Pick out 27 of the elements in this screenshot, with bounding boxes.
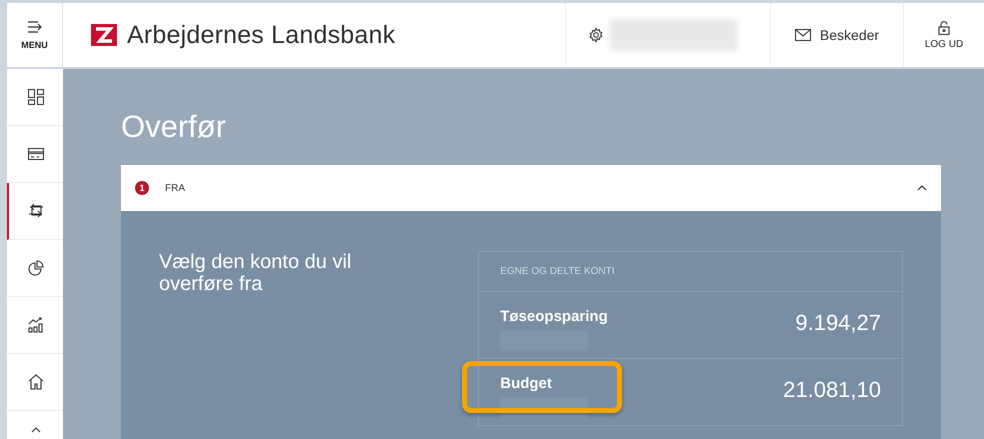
accounts-heading: EGNE OG DELTE KONTI bbox=[478, 251, 903, 292]
bank-name: Arbejdernes Landsbank bbox=[127, 20, 396, 50]
card-icon bbox=[28, 148, 44, 160]
account-name: Tøseopsparing bbox=[500, 308, 608, 325]
menu-icon bbox=[26, 20, 42, 34]
pie-chart-icon bbox=[28, 260, 44, 276]
bar-chart-icon bbox=[28, 317, 44, 333]
arrows-icon bbox=[27, 203, 45, 219]
settings-icon[interactable] bbox=[588, 27, 604, 43]
step-number: 1 bbox=[135, 181, 149, 195]
chevron-icon[interactable] bbox=[917, 185, 927, 191]
prompt-text: Vælg den konto du vil overføre fra bbox=[159, 251, 352, 297]
step-title: FRA bbox=[165, 182, 186, 194]
caret-icon bbox=[31, 427, 41, 433]
account-name: Budget bbox=[500, 375, 553, 392]
account-balance: 9.194,27 bbox=[795, 309, 881, 337]
account-balance: 21.081,10 bbox=[783, 376, 881, 404]
padlock-icon bbox=[938, 20, 950, 34]
logo-icon bbox=[91, 24, 117, 46]
step-header[interactable]: 1 FRA bbox=[121, 165, 941, 211]
messages-button[interactable]: Beskeder bbox=[771, 3, 904, 67]
logout-button[interactable]: LOG UD bbox=[904, 3, 984, 67]
page-title: Overfør bbox=[121, 109, 228, 145]
grid-icon bbox=[28, 89, 44, 105]
menu-button[interactable]: MENU bbox=[7, 3, 63, 67]
home-icon bbox=[28, 374, 44, 390]
envelope-icon bbox=[794, 29, 811, 41]
